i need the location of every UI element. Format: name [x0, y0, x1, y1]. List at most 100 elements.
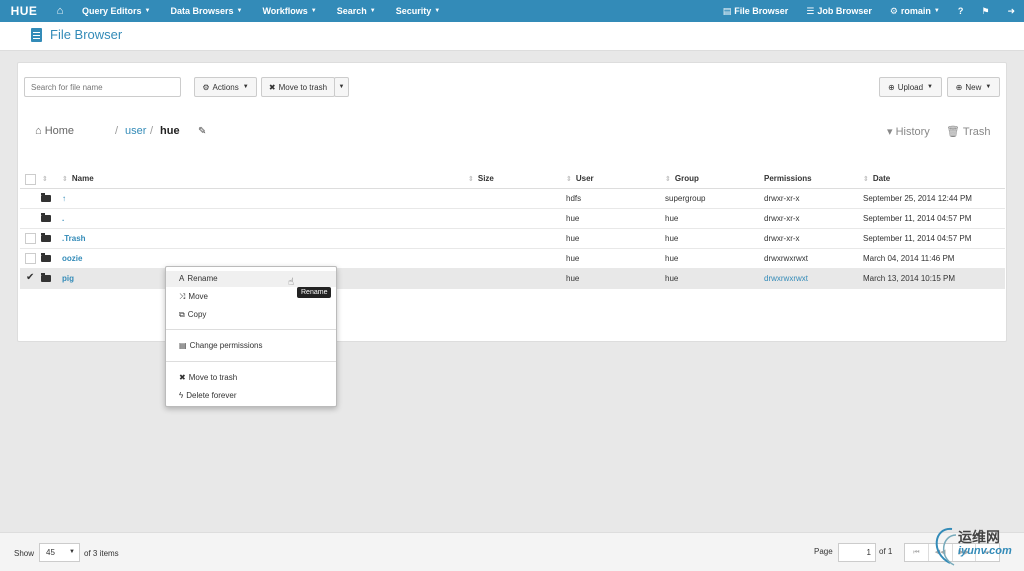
sort-icon: ⇕ [863, 176, 869, 183]
hand-cursor-icon: ☝ [288, 277, 295, 288]
file-name-link[interactable]: .Trash [62, 234, 86, 243]
sort-icon: ⇕ [468, 176, 474, 183]
cell-date: March 13, 2014 10:15 PM [863, 274, 956, 283]
nav-job-browser[interactable]: ☰ Job Browser [797, 0, 881, 22]
file-name-link[interactable]: . [62, 214, 64, 223]
home-icon[interactable]: ⌂ [48, 5, 72, 17]
col-permissions[interactable]: Permissions [764, 174, 812, 183]
table-row[interactable]: ↑ hdfs supergroup drwxr-xr-x September 2… [20, 189, 1005, 209]
cell-group: hue [665, 214, 679, 223]
cell-permissions: drwxr-xr-x [764, 194, 800, 203]
trash-icon: 🗑 [946, 126, 963, 138]
cell-date: September 11, 2014 04:57 PM [863, 214, 972, 223]
menu-move-to-trash[interactable]: ✖ Move to trash [179, 373, 237, 382]
logout-icon[interactable]: ➜ [998, 0, 1024, 22]
folder-icon [41, 253, 51, 262]
menu-divider [166, 329, 336, 330]
new-button[interactable]: ⊕ New ▼ [947, 77, 1000, 97]
top-navbar: HUE ⌂ Query Editors ▼ Data Browsers ▼ Work… [0, 0, 1024, 22]
sort-icon[interactable]: ⇕ [42, 174, 52, 183]
file-icon: ▤ [722, 5, 732, 16]
cell-group: hue [665, 274, 679, 283]
chevron-down-icon: ▼ [236, 8, 243, 14]
close-icon: ✖ [179, 373, 186, 382]
page-title: File Browser [50, 27, 123, 42]
check-icon[interactable]: ✔ [26, 272, 34, 283]
cell-user: hue [566, 214, 580, 223]
col-date[interactable]: ⇕ Date [863, 174, 890, 183]
cell-user: hue [566, 274, 580, 283]
cell-permissions: drwxr-xr-x [764, 214, 800, 223]
watermark-url: iyunv.com [958, 545, 1012, 557]
file-name-link[interactable]: pig [62, 274, 74, 283]
cell-date: September 11, 2014 04:57 PM [863, 234, 972, 243]
nav-data-browsers[interactable]: Data Browsers ▼ [160, 0, 252, 22]
chevron-down-icon: ▼ [338, 84, 345, 90]
upload-button[interactable]: ⊕ Upload ▼ [879, 77, 942, 97]
col-size[interactable]: ⇕ Size [468, 174, 494, 183]
cell-permissions-link[interactable]: drwxrwxrwxt [764, 274, 808, 283]
cell-date: March 04, 2014 11:46 PM [863, 254, 955, 263]
file-browser-icon [31, 28, 42, 42]
row-checkbox[interactable] [25, 253, 36, 264]
nav-search[interactable]: Search ▼ [327, 0, 386, 22]
breadcrumb-home[interactable]: ⌂ Home [35, 125, 74, 137]
history-link[interactable]: ▾ History [887, 125, 930, 138]
list-alt-icon: ▤ [179, 341, 187, 350]
breadcrumb-user[interactable]: user [125, 125, 146, 137]
cell-permissions: drwxrwxrwxt [764, 254, 808, 263]
page-input[interactable]: 1 [838, 543, 876, 562]
hue-logo[interactable]: HUE [0, 0, 48, 22]
nav-query-editors[interactable]: Query Editors ▼ [72, 0, 160, 22]
upload-icon: ⊕ [887, 82, 895, 92]
table-row[interactable]: .Trash hue hue drwxr-xr-x September 11, … [20, 229, 1005, 249]
trash-link[interactable]: 🗑 Trash [946, 125, 991, 138]
chevron-down-icon: ▼ [933, 8, 940, 14]
chevron-down-icon: ▼ [242, 84, 249, 90]
menu-copy[interactable]: ⧉ Copy [179, 310, 206, 320]
pagination-footer: Show 45 ▼ of 3 items Page 1 of 1 ⏮ ◀◀ ▶▶ … [0, 532, 1024, 571]
list-icon: ☰ [806, 5, 815, 16]
chevron-down-icon: ▼ [927, 84, 933, 90]
watermark-text: 运维网 [958, 529, 1000, 545]
cell-user: hue [566, 234, 580, 243]
close-icon: ✖ [268, 82, 276, 92]
file-name-link[interactable]: ↑ [62, 194, 66, 203]
page-total: of 1 [879, 547, 893, 556]
page-size-select[interactable]: 45 ▼ [39, 543, 80, 562]
cell-group: supergroup [665, 194, 706, 203]
chevron-down-icon: ▼ [144, 8, 151, 14]
menu-move[interactable]: ⤨ Move [179, 292, 208, 302]
home-icon: ⌂ [35, 125, 45, 137]
nav-file-browser[interactable]: ▤ File Browser [714, 0, 798, 22]
select-all-checkbox[interactable] [25, 174, 36, 185]
help-icon[interactable]: ? [949, 0, 973, 22]
file-name-link[interactable]: oozie [62, 254, 82, 263]
col-name[interactable]: ⇕ Name [62, 174, 94, 183]
nav-right: ▤ File Browser ☰ Job Browser ⚙ romain ▼ ? ⚑ … [714, 0, 1024, 22]
sort-icon: ⇕ [62, 176, 68, 183]
menu-change-permissions[interactable]: ▤ Change permissions [179, 341, 263, 350]
row-checkbox[interactable] [25, 233, 36, 244]
menu-delete-forever[interactable]: ϟ Delete forever [179, 391, 236, 400]
caret-down-icon: ▾ [887, 126, 896, 138]
chevron-down-icon: ▼ [985, 84, 992, 90]
folder-icon [41, 193, 51, 202]
col-user[interactable]: ⇕ User [566, 174, 594, 183]
nav-workflows[interactable]: Workflows ▼ [252, 0, 326, 22]
chevron-down-icon: ▼ [310, 8, 317, 14]
move-to-trash-button[interactable]: ✖ Move to trash [261, 77, 335, 97]
chevron-down-icon: ▼ [434, 8, 441, 14]
menu-rename[interactable]: A Rename [166, 271, 336, 287]
nav-user-menu[interactable]: ⚙ romain ▼ [881, 0, 949, 22]
col-group[interactable]: ⇕ Group [665, 174, 699, 183]
actions-button[interactable]: ⚙ Actions ▼ [194, 77, 257, 97]
nav-security[interactable]: Security ▼ [386, 0, 450, 22]
chevron-down-icon: ▼ [369, 8, 376, 14]
flag-icon[interactable]: ⚑ [972, 0, 998, 22]
trash-dropdown-toggle[interactable]: ▼ [334, 77, 349, 97]
table-row[interactable]: . hue hue drwxr-xr-x September 11, 2014 … [20, 209, 1005, 229]
edit-path-icon[interactable]: ✎ [198, 126, 206, 137]
cell-date: September 25, 2014 12:44 PM [863, 194, 972, 203]
search-input[interactable] [24, 77, 181, 97]
